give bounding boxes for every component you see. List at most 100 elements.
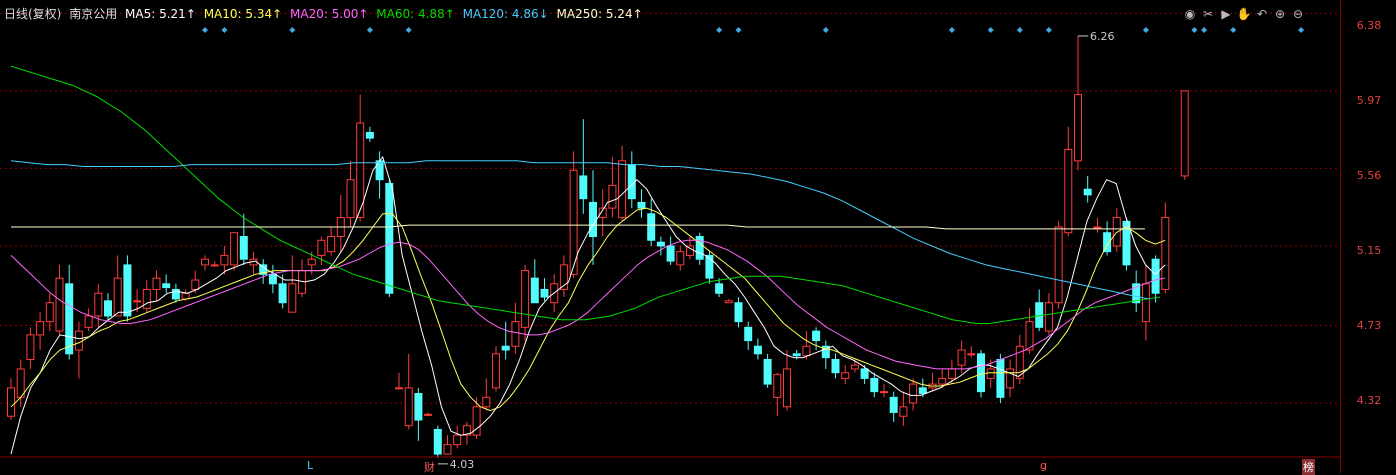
candle-body [1083, 188, 1092, 196]
event-diamond [948, 27, 955, 33]
candle-body [191, 279, 200, 290]
candle-body [501, 345, 510, 351]
zoom-in-icon[interactable]: ⊕ [1272, 6, 1288, 22]
event-diamond [366, 27, 373, 33]
candle-body [656, 241, 665, 247]
candle-body [608, 184, 617, 209]
ma10-value: MA10: 5.34↑ [203, 7, 283, 21]
candle-body [181, 292, 190, 300]
candle-body [268, 273, 277, 285]
ma120-line [11, 161, 1185, 301]
event-diamond [1142, 27, 1149, 33]
candle-body [618, 160, 627, 219]
candle-body [239, 236, 248, 260]
candle-body [783, 368, 791, 408]
period-label: 日线(复权) [4, 7, 62, 21]
candle-body [909, 383, 918, 404]
candle-body [123, 264, 132, 317]
ma250-value: MA250: 5.24↑ [556, 7, 643, 21]
eye-icon[interactable]: ◉ [1182, 6, 1198, 22]
candle-body [1141, 283, 1150, 323]
price-tick: 5.56 [1356, 169, 1382, 182]
candle-body [1025, 321, 1034, 351]
candle-body [104, 300, 112, 317]
candle-body [365, 131, 374, 139]
candle-body [1064, 148, 1073, 234]
candle-body [986, 368, 995, 379]
high-label: 6.26 [1090, 30, 1115, 43]
candle-body [841, 372, 850, 379]
candle-body [627, 164, 636, 200]
scissors-icon[interactable]: ✂ [1200, 6, 1216, 22]
candle-body [957, 349, 966, 366]
candle-body [918, 387, 927, 395]
candle-body [860, 368, 869, 379]
candle-body [16, 368, 25, 398]
chart-legend: 日线(复权) 南京公用 MA5: 5.21↑ MA10: 5.34↑ MA20:… [4, 6, 647, 22]
candle-body [947, 368, 956, 379]
event-marker-g[interactable]: g [1040, 459, 1047, 472]
candle-body [540, 288, 549, 298]
candle-body [142, 288, 151, 309]
candle-body [210, 264, 219, 267]
candle-body [375, 160, 384, 181]
undo-icon[interactable]: ↶ [1254, 6, 1270, 22]
candle-body [967, 353, 976, 356]
candlestick-chart[interactable]: 6.26 4.03 日线(复权) 南京公用 MA5: 5.21↑ MA10: 5.… [0, 0, 1396, 475]
candle-body [55, 277, 64, 332]
candle-body [647, 213, 656, 241]
candle-body [113, 277, 122, 317]
ma250-line [11, 225, 1185, 229]
chart-plot-area[interactable]: 6.26 4.03 [0, 0, 1340, 473]
event-diamond [221, 27, 228, 33]
candle-body [1112, 217, 1121, 247]
event-diamond [1016, 27, 1023, 33]
ma5-value: MA5: 5.21↑ [125, 7, 196, 21]
candle-body [870, 377, 879, 393]
candle-body [327, 236, 336, 253]
candle-body [802, 345, 811, 357]
price-tick: 5.15 [1356, 244, 1382, 257]
candle-body [889, 396, 898, 413]
candle-body [676, 251, 685, 266]
candle-body [715, 283, 724, 294]
hand-icon[interactable]: ✋ [1236, 6, 1252, 22]
candle-body [1006, 368, 1015, 389]
event-diamond [822, 27, 829, 33]
play-icon[interactable]: ▶ [1218, 6, 1234, 22]
candle-body [74, 330, 83, 351]
candle-body [414, 393, 423, 421]
low-label: 4.03 [450, 458, 475, 471]
event-diamond [1045, 27, 1052, 33]
candle-body [744, 326, 753, 342]
candle-body [65, 283, 74, 355]
event-diamond [1201, 27, 1208, 33]
event-diamond [289, 27, 296, 33]
candle-body [26, 334, 35, 360]
candle-body [433, 428, 442, 455]
candle-body [395, 387, 403, 390]
event-diamond [405, 27, 412, 33]
ma20-line [11, 240, 1185, 369]
candle-body [812, 330, 821, 342]
event-marker-l[interactable]: L [307, 459, 313, 472]
stock-name: 南京公用 [69, 7, 118, 21]
candle-body [94, 292, 103, 317]
candle-body [162, 283, 171, 289]
candle-body [443, 444, 452, 455]
candle-body [278, 283, 287, 304]
event-diamond [202, 27, 208, 33]
event-diamond [987, 27, 994, 33]
candle-body [230, 232, 239, 266]
candle-body [152, 277, 161, 290]
zoom-out-icon[interactable]: ⊖ [1290, 6, 1306, 22]
candle-body [45, 302, 54, 323]
top-scrollbar[interactable] [960, 0, 1340, 4]
candle-body [288, 283, 297, 313]
price-tick: 6.38 [1356, 19, 1382, 32]
candle-body [1074, 94, 1082, 162]
candle-body [133, 300, 142, 303]
price-tick: 5.97 [1356, 94, 1382, 107]
candle-body [1054, 226, 1063, 304]
candle-body [579, 175, 588, 200]
